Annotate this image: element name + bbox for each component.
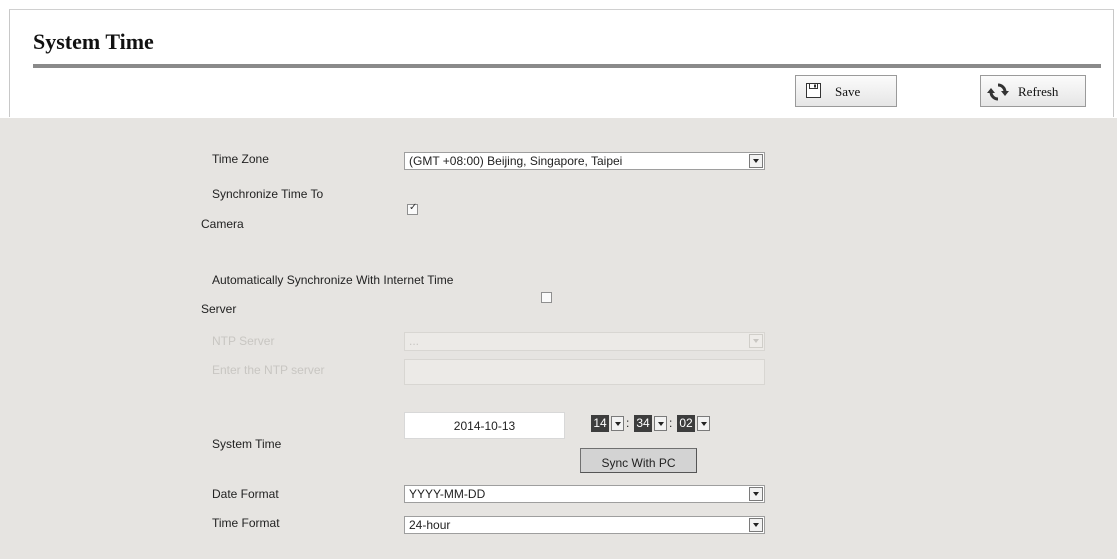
ntp-server-select[interactable]: ... xyxy=(404,332,765,351)
sync-with-pc-button[interactable]: Sync With PC xyxy=(580,448,697,473)
refresh-arrows-icon xyxy=(987,82,1009,106)
time-format-label: Time Format xyxy=(212,516,280,530)
enter-ntp-input[interactable] xyxy=(404,359,765,385)
title-divider xyxy=(33,64,1101,68)
time-format-value: 24-hour xyxy=(409,518,451,532)
time-zone-label: Time Zone xyxy=(212,152,269,166)
chevron-down-icon xyxy=(749,154,763,168)
chevron-down-icon xyxy=(749,487,763,501)
refresh-button-label: Refresh xyxy=(1018,84,1059,99)
save-button-label: Save xyxy=(835,84,861,99)
system-time-label: System Time xyxy=(212,437,282,451)
time-separator: : xyxy=(669,416,673,430)
enter-ntp-label: Enter the NTP server xyxy=(212,363,325,377)
floppy-disk-icon xyxy=(806,83,821,102)
sync-with-pc-label: Sync With PC xyxy=(601,456,676,470)
chevron-down-icon xyxy=(654,416,667,431)
checkmark-icon: ✓ xyxy=(409,202,418,213)
date-format-value: YYYY-MM-DD xyxy=(409,487,486,501)
date-format-label: Date Format xyxy=(212,487,279,501)
chevron-down-icon xyxy=(749,518,763,532)
content-frame xyxy=(9,9,1114,117)
chevron-down-icon xyxy=(611,416,624,431)
hour-value: 14 xyxy=(591,415,609,432)
ntp-server-value: ... xyxy=(409,334,420,348)
sync-camera-label-line1: Synchronize Time To xyxy=(212,187,324,201)
refresh-button[interactable]: Refresh xyxy=(980,75,1086,107)
second-value: 02 xyxy=(677,415,695,432)
minute-value: 34 xyxy=(634,415,652,432)
date-value: 2014-10-13 xyxy=(453,419,516,433)
save-button[interactable]: Save xyxy=(795,75,897,107)
auto-sync-checkbox[interactable] xyxy=(541,292,552,303)
auto-sync-label-line2: Server xyxy=(201,302,237,316)
auto-sync-label-line1: Automatically Synchronize With Internet … xyxy=(212,273,454,287)
time-zone-value: (GMT +08:00) Beijing, Singapore, Taipei xyxy=(409,154,623,168)
chevron-down-icon xyxy=(697,416,710,431)
time-format-select[interactable]: 24-hour xyxy=(404,516,765,534)
ntp-server-label: NTP Server xyxy=(212,334,275,348)
date-input[interactable]: 2014-10-13 xyxy=(404,412,565,439)
time-separator: : xyxy=(626,416,630,430)
sync-camera-checkbox[interactable]: ✓ xyxy=(407,202,418,215)
chevron-down-icon xyxy=(749,334,763,348)
sync-camera-label-line2: Camera xyxy=(201,217,244,231)
time-zone-select[interactable]: (GMT +08:00) Beijing, Singapore, Taipei xyxy=(404,152,765,170)
date-format-select[interactable]: YYYY-MM-DD xyxy=(404,485,765,503)
page-title: System Time xyxy=(33,29,154,54)
